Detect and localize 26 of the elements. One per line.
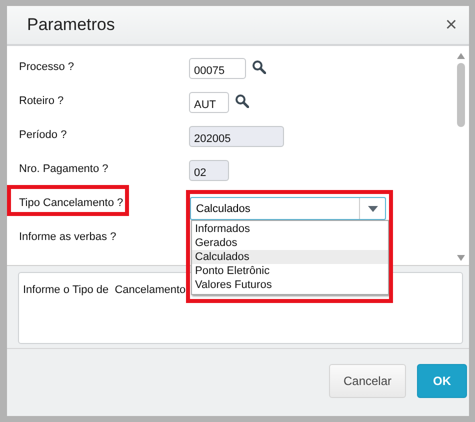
- dropdown-option[interactable]: Ponto Eletrônic: [192, 264, 388, 278]
- scroll-thumb[interactable]: [457, 63, 465, 127]
- input-field[interactable]: 00075: [189, 58, 246, 79]
- dropdown-option[interactable]: Informados: [192, 222, 388, 236]
- close-button[interactable]: ×: [445, 14, 457, 36]
- search-icon[interactable]: [235, 94, 249, 108]
- input-field[interactable]: 02: [189, 160, 229, 181]
- dropdown-option[interactable]: Valores Futuros: [192, 278, 388, 292]
- dropdown-field[interactable]: Calculados: [190, 197, 386, 220]
- field-label: Processo ?: [19, 61, 74, 73]
- field-label: Período ?: [19, 129, 67, 141]
- window-title: Parametros: [27, 15, 115, 35]
- caret-icon: [368, 206, 378, 212]
- scroll-up-icon[interactable]: [457, 53, 465, 59]
- input-field[interactable]: 202005: [189, 126, 284, 147]
- input-field[interactable]: AUT: [189, 92, 229, 113]
- field-label: Nro. Pagamento ?: [19, 163, 108, 175]
- field-label: Roteiro ?: [19, 95, 64, 107]
- scroll-down-icon[interactable]: [457, 255, 465, 261]
- search-icon[interactable]: [252, 60, 266, 74]
- dropdown-option[interactable]: Calculados: [192, 250, 388, 264]
- field-label: Informe as verbas ?: [19, 231, 116, 243]
- dropdown-option[interactable]: Gerados: [192, 236, 388, 250]
- field-label: Tipo Cancelamento ?: [19, 197, 124, 209]
- cancel-button[interactable]: Cancelar: [329, 364, 406, 398]
- help-text: Informe o Tipo de Cancelamento: [23, 284, 186, 296]
